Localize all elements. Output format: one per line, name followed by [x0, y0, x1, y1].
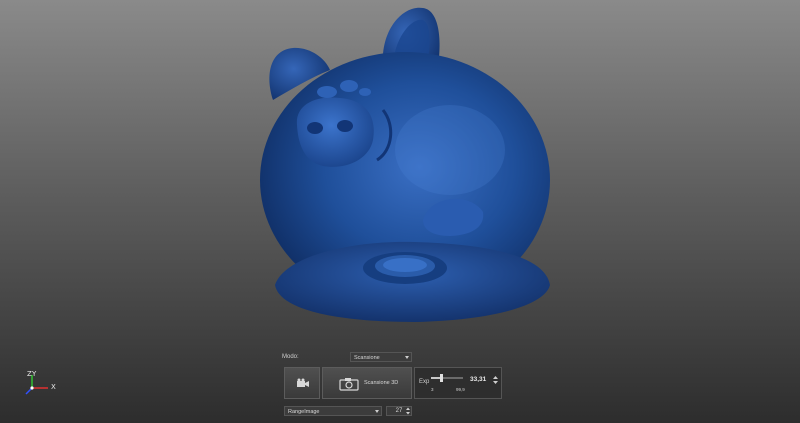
exposure-control: Exp 3 99,9 33,31	[414, 367, 502, 399]
exp-min-value: 3	[431, 387, 434, 392]
view-mode-value: RangeImage	[288, 409, 320, 415]
video-camera-icon	[297, 378, 309, 387]
exp-spinner[interactable]	[493, 375, 498, 385]
chevron-down-icon	[375, 410, 379, 413]
axis-gizmo-lines	[25, 375, 48, 395]
count-spinbox[interactable]: 27	[386, 406, 412, 416]
video-camera-button[interactable]	[284, 367, 320, 399]
chevron-down-icon	[405, 356, 409, 359]
exposure-slider-handle[interactable]	[440, 374, 444, 382]
axis-z-label: Z	[27, 370, 32, 378]
exp-label: Exp	[419, 379, 430, 385]
scanned-pig-model[interactable]	[245, 0, 565, 345]
axis-x-label: X	[51, 383, 56, 391]
mode-select[interactable]: Scansione	[350, 352, 412, 362]
mode-select-value: Scansione	[354, 355, 380, 361]
count-value: 27	[395, 408, 403, 414]
scan-3d-label: Scansione 3D	[364, 380, 399, 386]
count-spinner-icon	[406, 407, 410, 415]
exposure-slider-track[interactable]	[431, 374, 463, 382]
3d-viewport[interactable]: X Y Z Modo: Scansione Scansione 3D Exp 3…	[0, 0, 800, 423]
axis-y-label: Y	[32, 370, 37, 378]
mode-label: Modo:	[282, 354, 299, 360]
camera-icon	[339, 378, 359, 391]
axis-gizmo: X Y Z	[18, 370, 68, 400]
scan-3d-button[interactable]: Scansione 3D	[322, 367, 412, 399]
exp-max-value: 99,9	[456, 387, 465, 392]
exp-value[interactable]: 33,31	[470, 376, 486, 383]
scan-control-panel: Modo: Scansione Scansione 3D Exp 3 99,9 …	[282, 350, 502, 420]
view-mode-select[interactable]: RangeImage	[284, 406, 382, 416]
